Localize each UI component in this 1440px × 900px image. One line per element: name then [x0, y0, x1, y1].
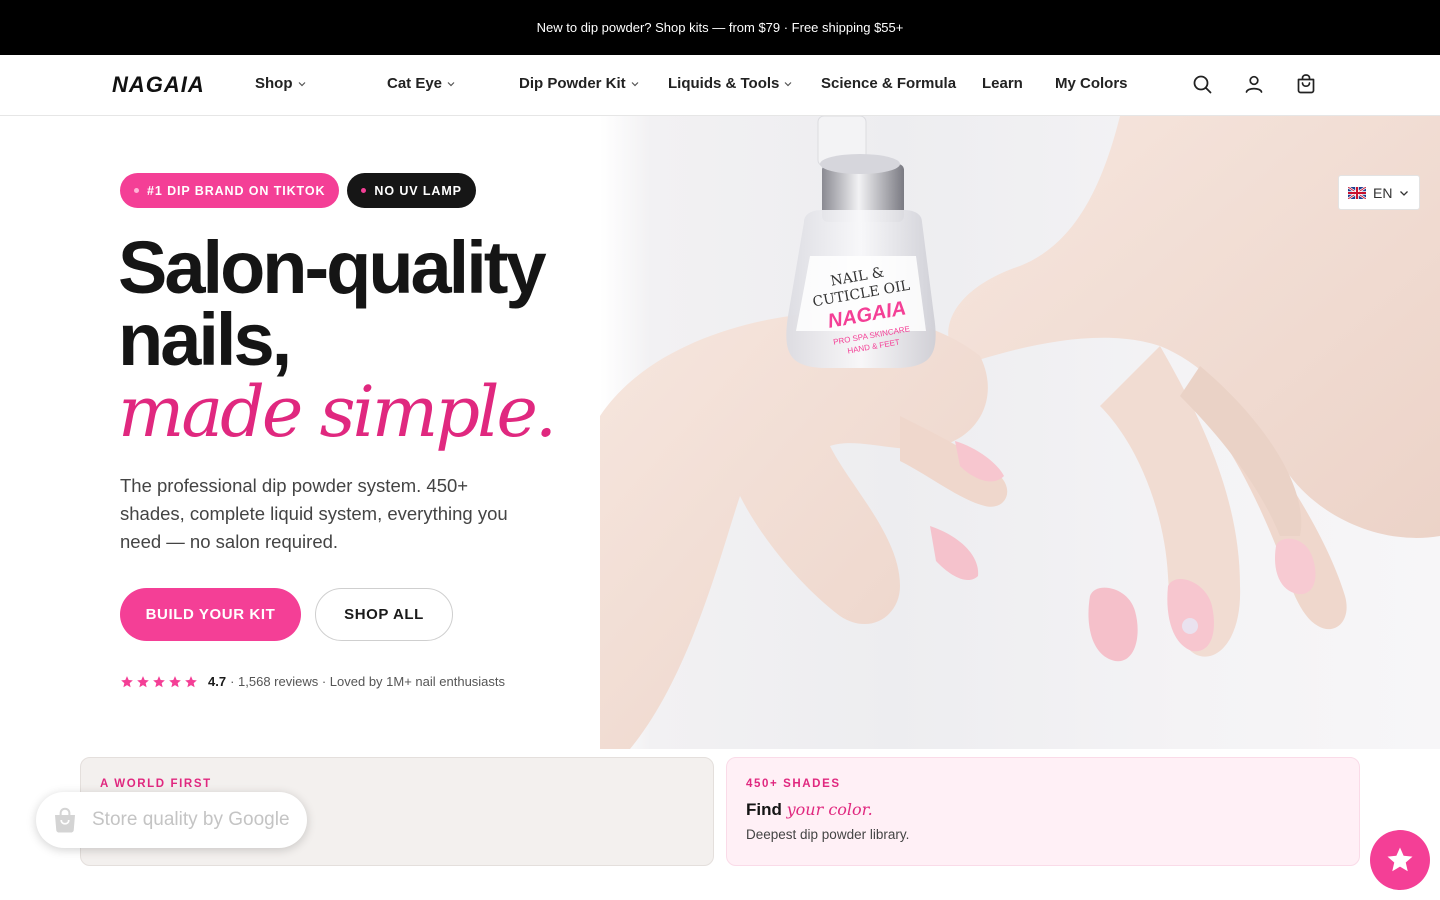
account-icon[interactable]: [1242, 72, 1266, 96]
hero-headline: Salon-quality nails, made simple.: [118, 226, 557, 453]
nav-liquids-tools[interactable]: Liquids & Tools: [668, 75, 792, 92]
headline-italic: made simple.: [118, 371, 557, 453]
star-icon: [1387, 847, 1413, 872]
badge-dot: [361, 188, 367, 193]
google-badge-text: Store quality by Google: [92, 809, 290, 830]
language-selector[interactable]: EN: [1338, 175, 1420, 210]
star-icon: [153, 675, 165, 687]
card-eyebrow: 450+ SHADES: [746, 778, 841, 790]
nav-my-colors[interactable]: My Colors: [1055, 75, 1128, 92]
badge-no-uv: NO UV LAMP: [347, 173, 476, 208]
nav-learn[interactable]: Learn: [982, 75, 1023, 92]
nav-science-formula[interactable]: Science & Formula: [821, 75, 956, 92]
badge-dot: [134, 188, 139, 193]
hand-with-cuticle-oil-illustration: NAIL & CUTICLE OIL NAGAIA PRO SPA SKINCA…: [600, 116, 1440, 749]
rating-summary[interactable]: 4.7 · 1,568 reviews · Loved by 1M+ nail …: [120, 674, 505, 689]
nav-label: Shop: [255, 75, 293, 92]
nav-dip-powder-kit[interactable]: Dip Powder Kit: [519, 75, 639, 92]
rating-text: · 1,568 reviews · Loved by 1M+ nail enth…: [230, 674, 506, 689]
cart-icon[interactable]: [1294, 72, 1318, 96]
nav-label: Science & Formula: [821, 75, 957, 92]
nav-label: Liquids & Tools: [668, 75, 780, 92]
feature-card-shades[interactable]: 450+ SHADES Find your color. Deepest dip…: [726, 757, 1360, 866]
headline-line1: Salon-quality: [118, 226, 547, 309]
nav-label: Cat Eye: [387, 75, 443, 92]
rating-score: 4.7: [208, 674, 227, 689]
google-store-quality-badge[interactable]: Store quality by Google: [36, 792, 307, 848]
search-icon[interactable]: [1190, 72, 1214, 96]
nav-label: My Colors: [1055, 75, 1128, 92]
uk-flag-icon: [1348, 186, 1366, 199]
announcement-bar[interactable]: New to dip powder? Shop kits — from $79 …: [0, 0, 1440, 55]
star-icon: [121, 675, 133, 687]
card-title: Find your color.: [746, 800, 1340, 820]
star-icon: [137, 675, 149, 687]
hero-image: NAIL & CUTICLE OIL NAGAIA PRO SPA SKINCA…: [600, 116, 1440, 749]
nav-cat-eye[interactable]: Cat Eye: [387, 75, 455, 92]
chevron-down-icon: [631, 81, 639, 86]
announcement-text[interactable]: New to dip powder? Shop kits — from $79 …: [537, 20, 904, 35]
chevron-down-icon: [1400, 190, 1409, 196]
site-header: NAGAIA Shop Cat Eye Dip Powder Kit Liqui…: [0, 55, 1440, 116]
rating-stars: [120, 675, 198, 689]
logo[interactable]: NAGAIA: [112, 72, 205, 98]
badge-label: #1 DIP BRAND ON TIKTOK: [147, 183, 326, 198]
hero-badges: #1 DIP BRAND ON TIKTOK NO UV LAMP: [120, 173, 476, 208]
badge-label: NO UV LAMP: [374, 183, 462, 198]
nav-label: Dip Powder Kit: [519, 75, 626, 92]
nav-shop[interactable]: Shop: [255, 75, 306, 92]
nav-label: Learn: [982, 75, 1023, 92]
badge-tiktok: #1 DIP BRAND ON TIKTOK: [120, 173, 340, 208]
card-description: Deepest dip powder library.: [746, 827, 910, 842]
shopping-bag-icon: [55, 807, 75, 833]
shop-all-button[interactable]: SHOP ALL: [315, 588, 453, 641]
chevron-down-icon: [447, 81, 455, 86]
star-icon: [169, 675, 181, 687]
chevron-down-icon: [298, 81, 305, 86]
hero-subtext: The professional dip powder system. 450+…: [120, 475, 508, 552]
card-eyebrow: A WORLD FIRST: [100, 778, 212, 790]
language-code: EN: [1373, 184, 1393, 201]
card-title-text: Find: [746, 800, 782, 819]
rewards-star-button[interactable]: [1370, 830, 1430, 890]
headline-line2: nails,: [118, 298, 292, 381]
chevron-down-icon: [784, 81, 792, 86]
build-your-kit-button[interactable]: BUILD YOUR KIT: [120, 588, 301, 641]
star-icon: [185, 675, 197, 687]
card-title-italic: your color.: [786, 800, 873, 819]
